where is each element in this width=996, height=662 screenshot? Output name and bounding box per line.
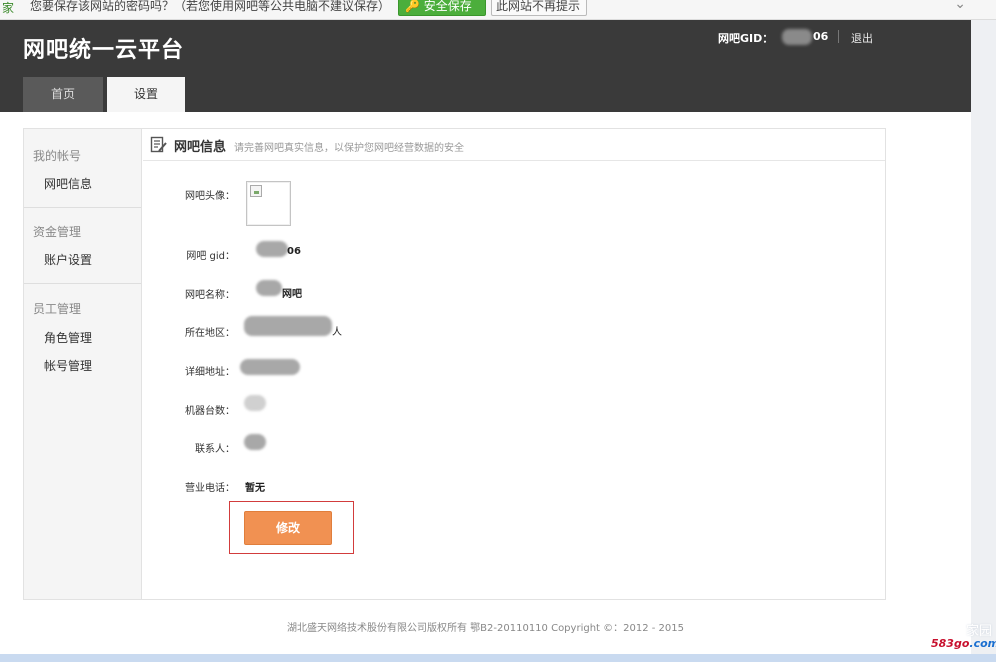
right-scroll-strip xyxy=(971,20,996,654)
sidebar-group-title: 资金管理 xyxy=(33,225,82,239)
edit-document-icon xyxy=(150,136,168,157)
redaction-machines xyxy=(244,395,266,411)
gid-suffix: 06 xyxy=(813,30,829,43)
sidebar-group-staff: 员工管理 角色管理 帐号管理 xyxy=(24,284,141,599)
page-title: 网吧信息 xyxy=(174,140,227,155)
sidebar-group-account: 我的帐号 网吧信息 xyxy=(24,129,141,208)
redaction-contact xyxy=(244,434,266,450)
field-value-phone: 暂无 xyxy=(245,483,265,494)
site-watermark: 583go.com xyxy=(931,637,996,650)
sidebar-group-title: 员工管理 xyxy=(33,302,82,316)
modify-button[interactable]: 修改 xyxy=(244,511,332,545)
sidebar-group-funds: 资金管理 账户设置 xyxy=(24,208,141,284)
footer-copyright: 湖北盛天网络技术股份有限公司版权所有 鄂B2-20110110 Copyrigh… xyxy=(287,623,684,634)
field-label-region: 所在地区： xyxy=(185,328,235,339)
broken-image-icon xyxy=(250,185,262,197)
no-prompt-button[interactable]: 此网站不再提示 xyxy=(491,0,587,16)
bar-lead-text: 家 xyxy=(2,1,15,15)
sidebar-item-account-settings[interactable]: 账户设置 xyxy=(44,251,92,268)
field-label-address: 详细地址： xyxy=(185,367,235,378)
safe-save-label: 安全保存 xyxy=(423,0,472,13)
field-label-contact: 联系人： xyxy=(195,444,235,455)
redaction-address xyxy=(240,359,300,375)
content-header: 网吧信息 请完善网吧真实信息，以保护您网吧经营数据的安全 xyxy=(143,129,885,161)
top-header: 网吧统一云平台 网吧GID： 06 退出 首页 设置 xyxy=(0,20,971,112)
key-icon: 🔑 xyxy=(405,0,420,13)
gid-value: 06 xyxy=(782,28,828,45)
field-label-name: 网吧名称： xyxy=(185,290,235,301)
password-save-message: 您要保存该网站的密码吗？（若您使用网吧等公共电脑不建议保存） xyxy=(30,0,391,13)
main-panel: 我的帐号 网吧信息 资金管理 账户设置 员工管理 角色管理 帐号管理 网吧信息 … xyxy=(23,128,886,600)
watermark-tld: .com xyxy=(969,637,996,650)
app-logo: 网吧统一云平台 xyxy=(23,38,185,63)
watermark-domain: 583go xyxy=(931,637,970,650)
avatar-image[interactable] xyxy=(246,181,291,226)
close-bar-icon[interactable]: ⌄ xyxy=(954,0,966,12)
logout-link[interactable]: 退出 xyxy=(851,30,873,46)
field-label-avatar: 网吧头像： xyxy=(185,191,235,202)
gid-label: 网吧GID： xyxy=(718,32,774,45)
field-value-region: 人 xyxy=(332,327,342,338)
redaction-name xyxy=(256,280,282,296)
sidebar-group-title: 我的帐号 xyxy=(33,149,82,163)
safe-save-button[interactable]: 🔑 安全保存 xyxy=(398,0,486,16)
sidebar-item-netbar-info[interactable]: 网吧信息 xyxy=(44,175,92,192)
sidebar-item-role-management[interactable]: 角色管理 xyxy=(44,329,92,346)
tab-settings[interactable]: 设置 xyxy=(107,77,185,112)
field-label-machines: 机器台数： xyxy=(185,406,235,417)
password-save-bar: 家 您要保存该网站的密码吗？（若您使用网吧等公共电脑不建议保存） 🔑 安全保存 … xyxy=(0,0,996,20)
field-label-phone: 营业电话： xyxy=(185,483,235,494)
sidebar-item-account-management[interactable]: 帐号管理 xyxy=(44,357,92,374)
window-bottom-bar xyxy=(0,654,996,662)
redaction-gid xyxy=(256,241,288,257)
tab-home[interactable]: 首页 xyxy=(23,77,103,112)
redaction-region xyxy=(244,316,332,336)
field-value-name: 网吧 xyxy=(282,289,302,300)
header-divider xyxy=(838,30,839,43)
field-label-gid: 网吧 gid： xyxy=(186,251,235,262)
sidebar: 我的帐号 网吧信息 资金管理 账户设置 员工管理 角色管理 帐号管理 xyxy=(24,129,142,599)
page-hint: 请完善网吧真实信息，以保护您网吧经营数据的安全 xyxy=(234,143,464,154)
gid-redaction xyxy=(782,29,812,45)
field-value-gid: 06 xyxy=(287,246,301,257)
